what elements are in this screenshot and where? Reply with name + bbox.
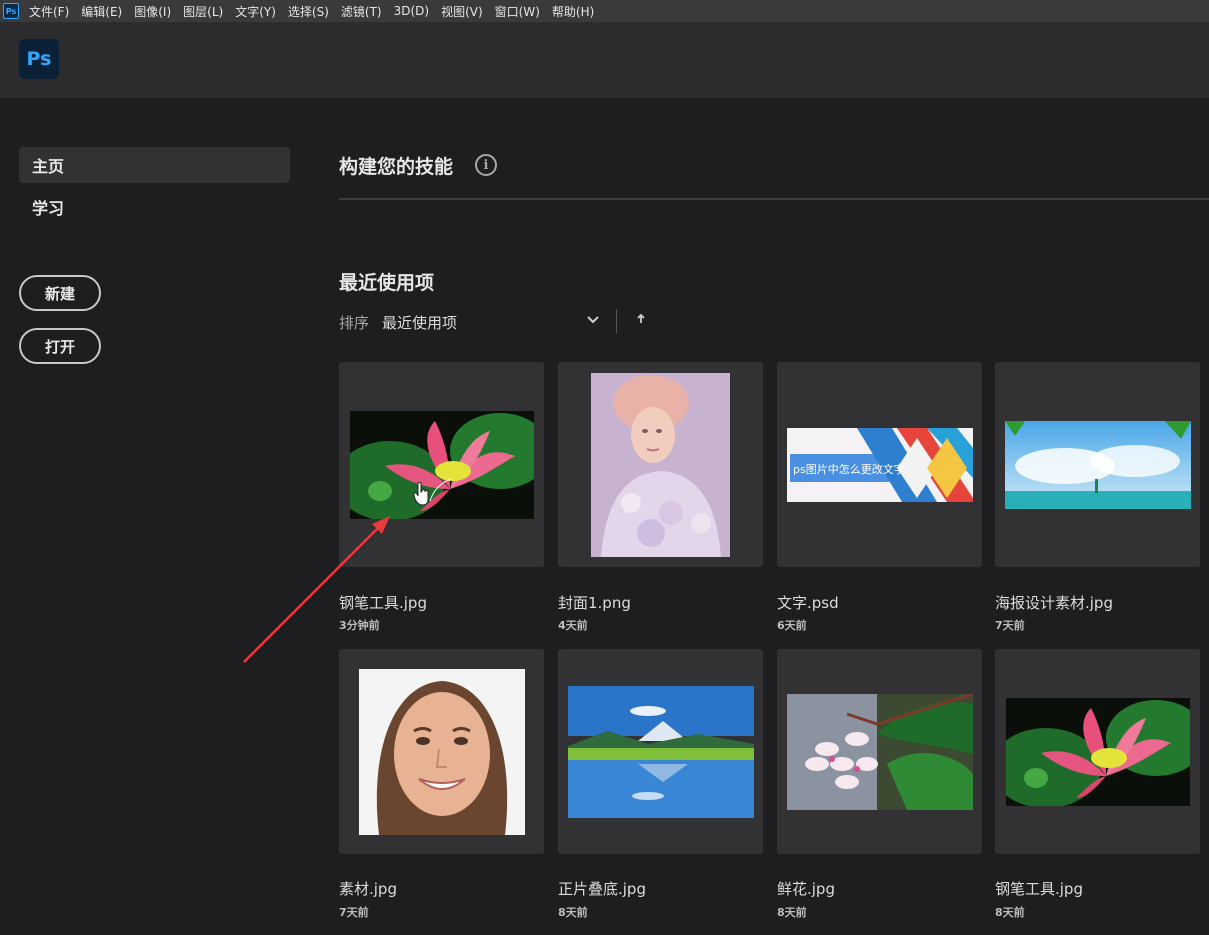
menu-select[interactable]: 选择(S)	[288, 3, 329, 20]
file-name[interactable]: 封面1.png	[558, 592, 631, 613]
menu-type[interactable]: 文字(Y)	[235, 3, 276, 20]
photoshop-logo: Ps	[19, 39, 59, 79]
file-name[interactable]: 正片叠底.jpg	[558, 878, 646, 899]
lotus-thumbnail-image	[1005, 697, 1190, 806]
menu-bar: Ps 文件(F) 编辑(E) 图像(I) 图层(L) 文字(Y) 选择(S) 滤…	[0, 0, 1209, 22]
sort-direction-arrow-up-icon[interactable]	[635, 313, 647, 327]
file-time: 8天前	[777, 906, 807, 919]
new-button[interactable]: 新建	[19, 275, 101, 311]
recent-file-thumbnail[interactable]	[339, 649, 544, 854]
file-time: 4天前	[558, 619, 588, 632]
plumeria-thumbnail-image	[786, 693, 973, 810]
chevron-down-icon[interactable]	[586, 312, 600, 328]
section-divider	[339, 198, 1209, 200]
recent-file-thumbnail[interactable]	[995, 362, 1200, 567]
open-button[interactable]: 打开	[19, 328, 101, 364]
app-header: Ps	[0, 22, 1209, 98]
file-name[interactable]: 鲜花.jpg	[777, 878, 835, 899]
recent-file-thumbnail[interactable]	[558, 649, 763, 854]
menu-view[interactable]: 视图(V)	[441, 3, 483, 20]
face-thumbnail-image	[358, 668, 525, 835]
file-time: 8天前	[995, 906, 1025, 919]
recent-file-thumbnail[interactable]: ps图片中怎么更改文字	[777, 362, 982, 567]
menu-layer[interactable]: 图层(L)	[183, 3, 223, 20]
menu-file[interactable]: 文件(F)	[29, 3, 69, 20]
file-name[interactable]: 文字.psd	[777, 592, 839, 613]
file-time: 7天前	[339, 906, 369, 919]
file-name[interactable]: 海报设计素材.jpg	[995, 592, 1113, 613]
recent-file-thumbnail[interactable]	[558, 362, 763, 567]
sidebar-item-learn[interactable]: 学习	[19, 189, 290, 225]
banner-thumbnail-text: ps图片中怎么更改文字	[793, 462, 905, 476]
sky-thumbnail-image	[1004, 420, 1191, 509]
lake-thumbnail-image	[567, 685, 754, 818]
sidebar-item-home[interactable]: 主页	[19, 147, 290, 183]
photoshop-app-icon[interactable]: Ps	[3, 3, 19, 19]
recent-file-thumbnail[interactable]	[339, 362, 544, 567]
info-icon[interactable]: i	[475, 154, 497, 176]
file-time: 3分钟前	[339, 619, 380, 632]
file-name[interactable]: 钢笔工具.jpg	[995, 878, 1083, 899]
sort-label: 排序	[339, 314, 370, 332]
menu-window[interactable]: 窗口(W)	[495, 3, 540, 20]
file-name[interactable]: 素材.jpg	[339, 878, 397, 899]
recent-file-thumbnail[interactable]	[777, 649, 982, 854]
portrait-painting-thumbnail-image	[591, 372, 730, 557]
menu-filter[interactable]: 滤镜(T)	[341, 3, 382, 20]
menu-image[interactable]: 图像(I)	[134, 3, 171, 20]
skills-title: 构建您的技能	[339, 156, 454, 178]
recent-file-thumbnail[interactable]	[995, 649, 1200, 854]
recent-title: 最近使用项	[339, 272, 435, 294]
sort-dropdown[interactable]: 最近使用项	[382, 312, 457, 333]
menu-help[interactable]: 帮助(H)	[552, 3, 594, 20]
menu-edit[interactable]: 编辑(E)	[81, 3, 122, 20]
file-time: 7天前	[995, 619, 1025, 632]
file-time: 8天前	[558, 906, 588, 919]
lotus-thumbnail-image	[349, 410, 534, 519]
file-name[interactable]: 钢笔工具.jpg	[339, 592, 427, 613]
banner-thumbnail-image: ps图片中怎么更改文字	[786, 427, 973, 502]
menu-3d[interactable]: 3D(D)	[394, 4, 429, 18]
hand-cursor-icon	[413, 482, 429, 506]
sort-separator	[616, 309, 617, 333]
file-time: 6天前	[777, 619, 807, 632]
